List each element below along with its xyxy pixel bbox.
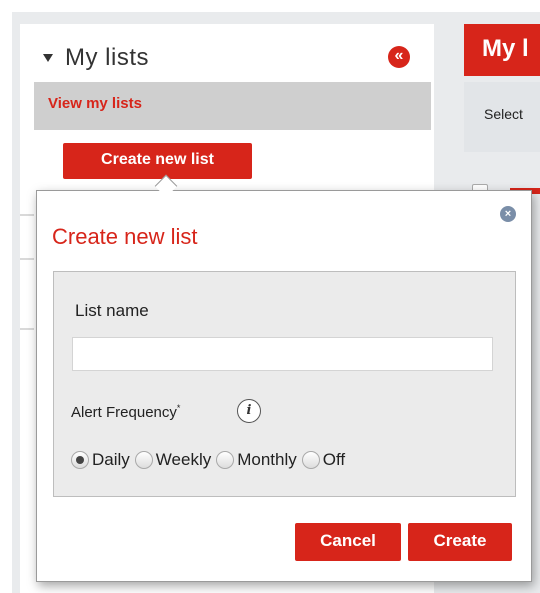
radio-option-daily[interactable]: Daily <box>71 450 130 470</box>
radio-label: Daily <box>92 450 130 469</box>
sidebar-divider <box>20 328 34 330</box>
alert-frequency-label: Alert Frequency* <box>71 403 180 421</box>
create-new-list-button[interactable]: Create new list <box>63 143 252 179</box>
radio-button[interactable] <box>134 451 153 469</box>
collapse-sidebar-button[interactable]: « <box>388 46 410 68</box>
expand-triangle-icon[interactable] <box>43 54 53 62</box>
radio-option-weekly[interactable]: Weekly <box>134 450 212 470</box>
popup-title: Create new list <box>52 224 198 249</box>
list-name-input[interactable] <box>72 337 493 371</box>
sidebar-divider <box>20 214 34 216</box>
sidebar-divider <box>20 258 34 260</box>
view-my-lists-link[interactable]: View my lists <box>48 95 142 112</box>
close-icon[interactable]: × <box>500 206 516 222</box>
radio-option-off[interactable]: Off <box>301 450 346 470</box>
list-name-label: List name <box>75 301 149 320</box>
radio-label: Weekly <box>155 450 212 469</box>
required-mark: * <box>176 403 181 413</box>
cancel-button[interactable]: Cancel <box>295 523 401 561</box>
radio-button[interactable] <box>301 451 320 469</box>
create-button[interactable]: Create <box>408 523 512 561</box>
sidebar-title: My lists <box>65 44 149 71</box>
radio-selected-dot <box>76 456 84 464</box>
radio-button[interactable] <box>216 451 235 469</box>
sidebar-header[interactable]: My lists <box>34 42 394 74</box>
frequency-radio-group: Daily Weekly Monthly Off <box>71 448 350 472</box>
alert-frequency-text: Alert Frequency <box>71 404 177 421</box>
info-icon[interactable]: i <box>237 399 261 423</box>
radio-label: Monthly <box>237 450 297 469</box>
main-select-bar: Select <box>464 82 540 152</box>
main-page-title: My l <box>464 24 540 76</box>
radio-button[interactable] <box>71 451 89 469</box>
radio-option-monthly[interactable]: Monthly <box>216 450 297 470</box>
radio-label: Off <box>322 450 346 469</box>
